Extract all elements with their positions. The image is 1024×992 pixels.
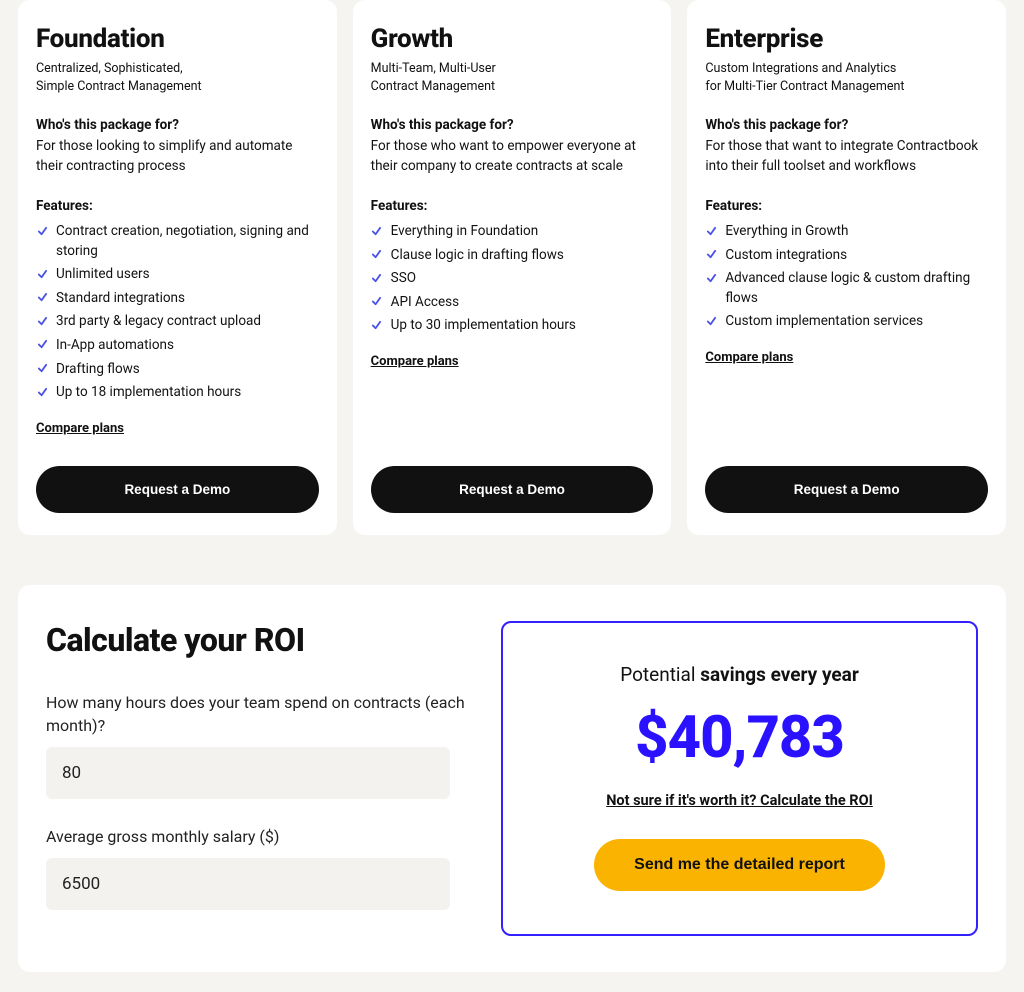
feature-text: Contract creation, negotiation, signing …: [56, 222, 319, 261]
feature-text: API Access: [391, 293, 459, 313]
feature-item: Up to 18 implementation hours: [36, 383, 319, 403]
roi-calculate-link[interactable]: Not sure if it's worth it? Calculate the…: [606, 792, 873, 809]
check-icon: [371, 248, 383, 262]
roi-report-button[interactable]: Send me the detailed report: [594, 839, 885, 891]
plan-title: Foundation: [36, 24, 319, 54]
feature-item: Up to 30 implementation hours: [371, 316, 654, 336]
feature-item: Everything in Growth: [705, 222, 988, 242]
check-icon: [36, 385, 48, 399]
plan-features-title: Features:: [36, 198, 319, 214]
compare-plans-link[interactable]: Compare plans: [371, 354, 654, 369]
check-icon: [36, 338, 48, 352]
check-icon: [36, 362, 48, 376]
feature-item: 3rd party & legacy contract upload: [36, 312, 319, 332]
plan-features-title: Features:: [371, 198, 654, 214]
roi-calculator: Calculate your ROI How many hours does y…: [18, 585, 1006, 973]
check-icon: [36, 291, 48, 305]
feature-item: Clause logic in drafting flows: [371, 246, 654, 266]
plan-title: Enterprise: [705, 24, 988, 54]
plan-card-enterprise: Enterprise Custom Integrations and Analyt…: [687, 0, 1006, 535]
request-demo-button[interactable]: Request a Demo: [705, 466, 988, 513]
request-demo-button[interactable]: Request a Demo: [36, 466, 319, 513]
check-icon: [36, 224, 48, 238]
check-icon: [36, 314, 48, 328]
plan-who-text: For those that want to integrate Contrac…: [705, 137, 988, 176]
plan-card-foundation: Foundation Centralized, Sophisticated,Sim…: [18, 0, 337, 535]
feature-text: Up to 18 implementation hours: [56, 383, 241, 403]
feature-text: Advanced clause logic & custom drafting …: [725, 269, 988, 308]
plan-who-title: Who's this package for?: [705, 117, 988, 133]
plan-features-list: Contract creation, negotiation, signing …: [36, 222, 319, 407]
feature-text: Everything in Foundation: [391, 222, 539, 242]
feature-item: Standard integrations: [36, 289, 319, 309]
plan-features-list: Everything in Foundation Clause logic in …: [371, 222, 654, 340]
feature-text: Custom integrations: [725, 246, 847, 266]
check-icon: [371, 318, 383, 332]
plan-who-text: For those who want to empower everyone a…: [371, 137, 654, 176]
feature-text: Standard integrations: [56, 289, 185, 309]
plan-title: Growth: [371, 24, 654, 54]
roi-hours-label: How many hours does your team spend on c…: [46, 691, 471, 737]
roi-salary-label: Average gross monthly salary ($): [46, 825, 471, 848]
roi-hours-input[interactable]: [46, 747, 450, 799]
check-icon: [705, 314, 717, 328]
check-icon: [705, 248, 717, 262]
plan-card-growth: Growth Multi-Team, Multi-UserContract Man…: [353, 0, 672, 535]
check-icon: [371, 295, 383, 309]
feature-item: Custom integrations: [705, 246, 988, 266]
compare-plans-link[interactable]: Compare plans: [36, 421, 319, 436]
feature-item: Everything in Foundation: [371, 222, 654, 242]
feature-text: In-App automations: [56, 336, 174, 356]
roi-title: Calculate your ROI: [46, 621, 471, 659]
plan-who-title: Who's this package for?: [371, 117, 654, 133]
check-icon: [36, 267, 48, 281]
feature-text: Unlimited users: [56, 265, 150, 285]
feature-item: Custom implementation services: [705, 312, 988, 332]
check-icon: [371, 271, 383, 285]
roi-salary-input[interactable]: [46, 858, 450, 910]
pricing-plans-row: Foundation Centralized, Sophisticated,Sim…: [0, 0, 1024, 565]
check-icon: [371, 224, 383, 238]
plan-subtitle: Multi-Team, Multi-UserContract Managemen…: [371, 60, 654, 95]
check-icon: [705, 224, 717, 238]
feature-item: In-App automations: [36, 336, 319, 356]
feature-item: Drafting flows: [36, 360, 319, 380]
feature-item: SSO: [371, 269, 654, 289]
plan-who-title: Who's this package for?: [36, 117, 319, 133]
roi-result-panel: Potential savings every year $40,783 Not…: [501, 621, 978, 937]
plan-features-list: Everything in Growth Custom integrations A…: [705, 222, 988, 336]
feature-item: Unlimited users: [36, 265, 319, 285]
roi-savings-suffix: savings every year: [700, 663, 859, 686]
feature-item: API Access: [371, 293, 654, 313]
roi-savings-amount: $40,783: [635, 704, 844, 772]
feature-text: Everything in Growth: [725, 222, 848, 242]
feature-text: Custom implementation services: [725, 312, 923, 332]
plan-who-text: For those looking to simplify and automa…: [36, 137, 319, 176]
feature-item: Contract creation, negotiation, signing …: [36, 222, 319, 261]
compare-plans-link[interactable]: Compare plans: [705, 350, 988, 365]
check-icon: [705, 271, 717, 285]
roi-inputs: Calculate your ROI How many hours does y…: [46, 621, 471, 937]
plan-subtitle: Centralized, Sophisticated,Simple Contra…: [36, 60, 319, 95]
request-demo-button[interactable]: Request a Demo: [371, 466, 654, 513]
feature-text: 3rd party & legacy contract upload: [56, 312, 261, 332]
feature-text: Drafting flows: [56, 360, 140, 380]
feature-text: Up to 30 implementation hours: [391, 316, 576, 336]
roi-savings-prefix: Potential: [620, 663, 695, 686]
roi-savings-label: Potential savings every year: [620, 663, 859, 686]
plan-subtitle: Custom Integrations and Analyticsfor Mul…: [705, 60, 988, 95]
feature-item: Advanced clause logic & custom drafting …: [705, 269, 988, 308]
feature-text: SSO: [391, 269, 416, 289]
plan-features-title: Features:: [705, 198, 988, 214]
feature-text: Clause logic in drafting flows: [391, 246, 564, 266]
